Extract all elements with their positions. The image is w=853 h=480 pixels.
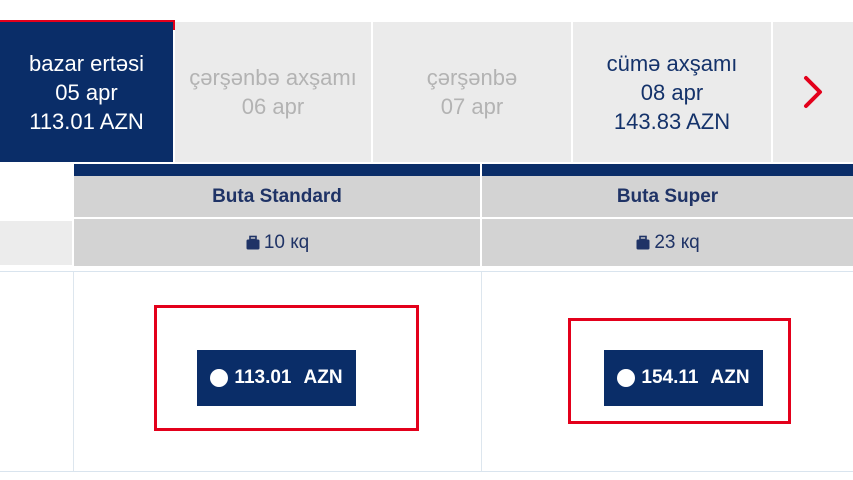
date-tab-date: 08 apr <box>640 79 704 105</box>
date-tab-price: 143.83 AZN <box>613 108 731 134</box>
baggage-allowance-standard: 10 кq <box>74 219 480 266</box>
fare-name-standard: Buta Standard <box>74 176 480 217</box>
select-fare-super-button[interactable]: 154.11 AZN <box>604 350 763 406</box>
radio-icon <box>617 369 636 387</box>
luggage-icon <box>636 235 650 249</box>
luggage-icon <box>246 235 260 249</box>
divider <box>73 272 74 472</box>
row-label-cell <box>0 221 72 265</box>
baggage-weight: 23 кq <box>654 231 700 253</box>
date-tab-weekday: çərşənbə axşamı <box>189 65 357 90</box>
fare-price-currency: AZN <box>303 367 343 388</box>
radio-icon <box>210 369 229 387</box>
date-tab-07-apr[interactable]: çərşənbə 07 apr <box>373 22 571 162</box>
divider <box>0 271 853 272</box>
fare-price-amount: 154.11 <box>641 367 699 388</box>
baggage-allowance-super: 23 кq <box>482 219 853 266</box>
chevron-right-icon <box>804 76 822 108</box>
date-tab-date: 05 apr <box>55 79 118 105</box>
date-tab-weekday: çərşənbə <box>426 65 518 90</box>
date-tab-weekday: bazar ertəsi <box>29 50 144 76</box>
date-tab-08-apr[interactable]: cümə axşamı 08 apr 143.83 AZN <box>573 22 771 162</box>
next-dates-button[interactable] <box>773 22 853 162</box>
divider <box>481 272 482 472</box>
date-tab-date: 06 apr <box>241 94 305 119</box>
date-tab-05-apr[interactable]: bazar ertəsi 05 apr 113.01 AZN <box>0 22 173 162</box>
fare-price-amount: 113.01 <box>234 367 292 388</box>
baggage-weight: 10 кq <box>263 231 310 253</box>
fare-price-currency: AZN <box>710 367 750 388</box>
date-tab-weekday: cümə axşamı <box>606 50 738 76</box>
fare-header-bar <box>74 164 480 176</box>
date-tab-date: 07 apr <box>440 94 504 119</box>
fare-name-super: Buta Super <box>482 176 853 217</box>
date-tab-price: 113.01 AZN <box>29 108 144 134</box>
divider <box>0 471 853 472</box>
date-tab-06-apr[interactable]: çərşənbə axşamı 06 apr <box>175 22 371 162</box>
fare-header-bar <box>482 164 853 176</box>
select-fare-standard-button[interactable]: 113.01 AZN <box>197 350 356 406</box>
